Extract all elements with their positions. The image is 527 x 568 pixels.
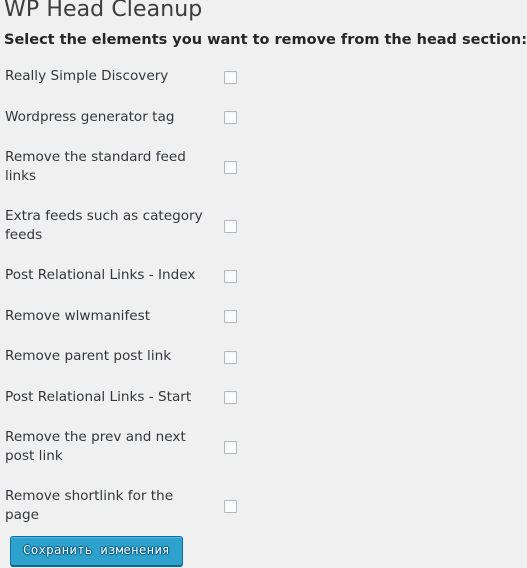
option-checkbox-cell [205, 342, 264, 371]
option-filler-cell [264, 383, 527, 412]
option-label: Wordpress generator tag [5, 108, 175, 125]
table-row: Remove shortlink for the page [0, 482, 527, 529]
table-row: Extra feeds such as category feeds [0, 202, 527, 249]
option-label-cell: Remove parent post link [0, 342, 205, 371]
option-checkbox-cell [205, 62, 264, 91]
option-label: Really Simple Discovery [5, 68, 169, 84]
option-label: Remove shortlink for the page [5, 488, 174, 523]
option-label: Post Relational Links - Index [5, 267, 196, 283]
checkbox-unchecked-icon[interactable] [224, 310, 237, 324]
option-label: Extra feeds such as category feeds [5, 208, 203, 243]
save-changes-button[interactable]: Сохранить изменения [10, 536, 183, 566]
option-label-cell: Post Relational Links - Start [0, 383, 205, 412]
option-label-cell: Post Relational Links - Index [0, 261, 205, 290]
checkbox-unchecked-icon[interactable] [224, 391, 237, 405]
checkbox-unchecked-icon[interactable] [224, 350, 237, 364]
option-checkbox-cell [205, 261, 264, 290]
head-cleanup-options-table: Really Simple Discovery Wordpress genera… [0, 62, 527, 529]
option-checkbox-cell [205, 383, 264, 412]
option-checkbox-cell [205, 202, 264, 249]
option-checkbox-cell [205, 143, 264, 190]
option-label-cell: Remove wlwmanifest [0, 302, 205, 331]
settings-page: WP Head Cleanup Select the elements you … [0, 0, 527, 568]
option-checkbox-cell [205, 103, 264, 132]
option-label-cell: Remove the standard feed links [0, 143, 205, 190]
option-filler-cell [264, 202, 527, 249]
table-row: Remove the standard feed links [0, 143, 527, 190]
table-row: Remove parent post link [0, 342, 527, 371]
option-filler-cell [264, 423, 527, 470]
option-filler-cell [264, 62, 527, 91]
row-spacer [0, 131, 527, 143]
option-checkbox-cell [205, 302, 264, 331]
option-label: Post Relational Links - Start [5, 388, 192, 405]
option-filler-cell [264, 103, 527, 132]
checkbox-unchecked-icon[interactable] [224, 500, 237, 513]
row-spacer [0, 330, 527, 342]
option-filler-cell [264, 482, 527, 529]
option-label: Remove wlwmanifest [5, 307, 151, 324]
option-label-cell: Remove the prev and next post link [0, 423, 205, 470]
options-list: Really Simple Discovery Wordpress genera… [0, 62, 527, 529]
table-row: Remove wlwmanifest [0, 302, 527, 331]
row-spacer [0, 371, 527, 383]
option-label-cell: Really Simple Discovery [0, 62, 205, 91]
checkbox-unchecked-icon[interactable] [224, 269, 237, 283]
option-filler-cell [264, 342, 527, 371]
submit-area: Сохранить изменения [0, 536, 183, 566]
option-label-cell: Wordpress generator tag [0, 103, 205, 132]
row-spacer [0, 411, 527, 423]
table-row: Remove the prev and next post link [0, 423, 527, 470]
row-spacer [0, 290, 527, 302]
option-label-cell: Extra feeds such as category feeds [0, 202, 205, 249]
table-row: Really Simple Discovery [0, 62, 527, 91]
table-row: Post Relational Links - Start [0, 383, 527, 412]
row-spacer [0, 91, 527, 103]
option-label: Remove the prev and next post link [5, 429, 186, 464]
page-subtitle: Select the elements you want to remove f… [4, 32, 527, 48]
checkbox-unchecked-icon[interactable] [224, 161, 237, 174]
option-label: Remove the standard feed links [5, 149, 186, 184]
checkbox-unchecked-icon[interactable] [224, 441, 237, 454]
option-checkbox-cell [205, 423, 264, 470]
checkbox-unchecked-icon[interactable] [224, 220, 237, 233]
option-filler-cell [264, 143, 527, 190]
option-label-cell: Remove shortlink for the page [0, 482, 205, 529]
table-row: Post Relational Links - Index [0, 261, 527, 290]
checkbox-unchecked-icon[interactable] [224, 111, 237, 125]
option-label: Remove parent post link [5, 348, 172, 364]
option-checkbox-cell [205, 482, 264, 529]
option-filler-cell [264, 302, 527, 331]
option-filler-cell [264, 261, 527, 290]
row-spacer [0, 190, 527, 202]
row-spacer [0, 249, 527, 261]
page-title: WP Head Cleanup [4, 0, 203, 22]
checkbox-unchecked-icon[interactable] [224, 70, 237, 84]
row-spacer [0, 470, 527, 482]
table-row: Wordpress generator tag [0, 103, 527, 132]
